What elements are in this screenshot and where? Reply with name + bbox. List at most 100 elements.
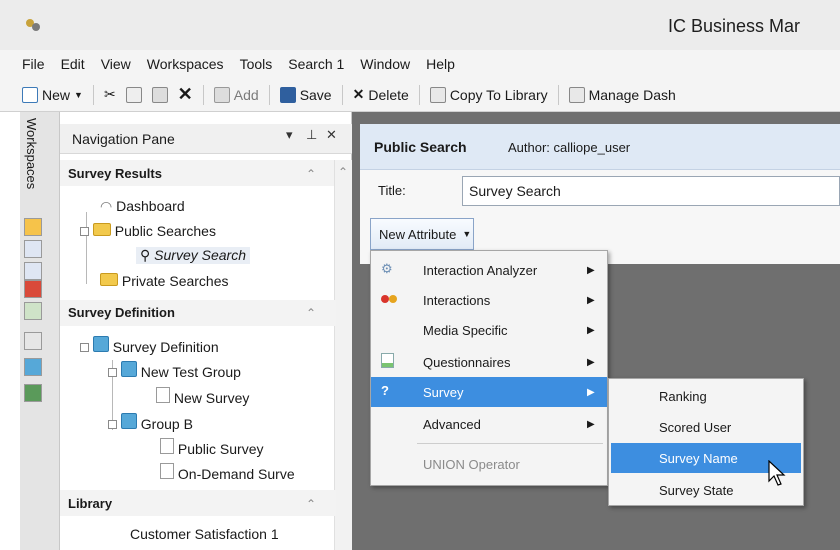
collapse-toggle-icon[interactable] bbox=[108, 420, 117, 429]
remove-button[interactable]: ✕ bbox=[178, 84, 193, 105]
app-icon bbox=[26, 19, 40, 31]
menu-item-label: UNION Operator bbox=[423, 456, 520, 472]
menu-item-interaction-analyzer[interactable]: ⚙ Interaction Analyzer ▶ bbox=[371, 255, 607, 285]
survey-definition-icon bbox=[92, 336, 109, 352]
new-survey-label: New Survey bbox=[173, 390, 250, 406]
new-attribute-button[interactable]: New Attribute ▼ bbox=[370, 218, 474, 250]
private-searches-label: Private Searches bbox=[121, 273, 229, 289]
folder-icon bbox=[100, 273, 118, 286]
tree-item-public-searches[interactable]: Public Searches bbox=[80, 223, 216, 239]
save-button[interactable]: Save bbox=[279, 86, 332, 103]
new-icon bbox=[22, 86, 38, 103]
workspace-button-globe-icon[interactable] bbox=[24, 384, 42, 402]
workspaces-label[interactable]: Workspaces bbox=[24, 118, 39, 189]
group-icon bbox=[120, 361, 137, 377]
submenu-arrow-icon: ▶ bbox=[587, 324, 595, 336]
menu-bar: File Edit View Workspaces Tools Search 1… bbox=[0, 50, 840, 78]
collapse-icon[interactable]: ⌃ bbox=[306, 167, 316, 181]
mouse-cursor-icon bbox=[768, 460, 786, 486]
cut-button[interactable]: ✂ bbox=[104, 86, 116, 103]
new-button[interactable]: New ▼ bbox=[22, 86, 83, 103]
customer-satisfaction-label: Customer Satisfaction 1 bbox=[130, 526, 279, 542]
menu-help[interactable]: Help bbox=[426, 56, 455, 72]
collapse-toggle-icon[interactable] bbox=[108, 368, 117, 377]
copy-button[interactable] bbox=[125, 86, 142, 103]
nav-pane-close-icon[interactable]: ✕ bbox=[326, 127, 337, 143]
menu-workspaces[interactable]: Workspaces bbox=[147, 56, 224, 72]
tree-item-survey-definition[interactable]: Survey Definition bbox=[80, 336, 219, 355]
workspace-button-home-icon[interactable] bbox=[24, 218, 42, 236]
add-button[interactable]: Add bbox=[213, 86, 259, 103]
new-attribute-label: New Attribute bbox=[379, 226, 457, 242]
menu-window[interactable]: Window bbox=[360, 56, 410, 72]
menu-item-union-operator[interactable]: UNION Operator bbox=[371, 449, 607, 479]
copy-to-library-label: Copy To Library bbox=[449, 86, 548, 103]
collapse-toggle-icon[interactable] bbox=[80, 343, 89, 352]
section-survey-definition-label: Survey Definition bbox=[68, 305, 175, 320]
menu-search[interactable]: Search 1 bbox=[288, 56, 344, 72]
public-searches-label: Public Searches bbox=[114, 223, 216, 239]
workspace-button-survey-icon[interactable] bbox=[24, 358, 42, 376]
delete-label: Delete bbox=[368, 86, 409, 103]
tree-item-public-survey[interactable]: Public Survey bbox=[160, 438, 263, 457]
menu-item-media-specific[interactable]: Media Specific ▶ bbox=[371, 315, 607, 345]
page-title: Public Search bbox=[374, 139, 467, 155]
interaction-analyzer-icon: ⚙ bbox=[381, 261, 393, 276]
tree-item-private-searches[interactable]: Private Searches bbox=[100, 273, 229, 289]
tree-item-survey-search[interactable]: ⚲ Survey Search bbox=[136, 247, 250, 264]
menu-item-survey[interactable]: ? Survey ▶ bbox=[371, 377, 607, 407]
tree-item-new-survey[interactable]: New Survey bbox=[156, 387, 249, 406]
dashboard-icon bbox=[568, 86, 585, 103]
survey-doc-icon bbox=[156, 387, 170, 403]
survey-search-label: Survey Search bbox=[154, 247, 246, 263]
survey-icon: ? bbox=[381, 383, 389, 398]
menu-item-interactions[interactable]: Interactions ▶ bbox=[371, 285, 607, 315]
tree-item-dashboard[interactable]: ◠ Dashboard bbox=[100, 198, 185, 215]
submenu-arrow-icon: ▶ bbox=[587, 386, 595, 398]
menu-item-advanced[interactable]: Advanced ▶ bbox=[371, 409, 607, 439]
save-icon bbox=[279, 86, 296, 103]
delete-icon: ✕ bbox=[352, 86, 365, 102]
menu-item-label: Questionnaires bbox=[423, 354, 511, 370]
menu-file[interactable]: File bbox=[22, 56, 45, 72]
workspace-button-people-icon[interactable] bbox=[24, 280, 42, 298]
paste-button[interactable] bbox=[151, 86, 168, 103]
new-attribute-menu: ⚙ Interaction Analyzer ▶ Interactions ▶ … bbox=[370, 250, 608, 486]
menu-item-questionnaires[interactable]: Questionnaires ▶ bbox=[371, 347, 607, 377]
menu-edit[interactable]: Edit bbox=[61, 56, 85, 72]
tree-item-on-demand-survey[interactable]: On-Demand Surve bbox=[160, 463, 295, 482]
copy-to-library-button[interactable]: Copy To Library bbox=[429, 86, 548, 103]
collapse-toggle-icon[interactable] bbox=[80, 227, 89, 236]
menu-item-label: Survey bbox=[423, 384, 464, 400]
survey-doc-icon bbox=[160, 463, 174, 479]
nav-pane-dropdown-icon[interactable]: ▾ bbox=[286, 127, 293, 143]
survey-definition-label: Survey Definition bbox=[112, 339, 219, 355]
title-input[interactable]: Survey Search bbox=[462, 176, 840, 206]
menu-separator bbox=[417, 443, 603, 444]
workspace-button-edit-icon[interactable] bbox=[24, 302, 42, 320]
manage-dashboard-button[interactable]: Manage Dash bbox=[568, 86, 676, 103]
workspace-button-report-icon[interactable] bbox=[24, 240, 42, 258]
submenu-item-ranking[interactable]: Ranking bbox=[611, 381, 801, 411]
delete-button[interactable]: ✕ Delete bbox=[353, 86, 409, 103]
questionnaire-icon bbox=[381, 353, 394, 371]
submenu-item-scored-user[interactable]: Scored User bbox=[611, 412, 801, 442]
workspace-button-search-icon[interactable] bbox=[24, 332, 42, 350]
scroll-up-icon[interactable]: ⌃ bbox=[338, 165, 348, 179]
tree-item-new-test-group[interactable]: New Test Group bbox=[108, 361, 241, 380]
toolbar-separator bbox=[418, 84, 420, 105]
workspace-button-list-icon[interactable] bbox=[24, 262, 42, 280]
tree-item-customer-satisfaction[interactable]: Customer Satisfaction 1 bbox=[130, 526, 279, 542]
toolbar-separator bbox=[268, 84, 270, 105]
collapse-icon[interactable]: ⌃ bbox=[306, 497, 316, 511]
nav-pane-pin-icon[interactable]: ⊥ bbox=[306, 127, 317, 143]
toolbar-separator bbox=[92, 84, 94, 105]
public-survey-label: Public Survey bbox=[177, 441, 264, 457]
new-label: New bbox=[42, 86, 71, 103]
nav-scrollbar[interactable] bbox=[334, 160, 352, 550]
dropdown-arrow-icon: ▼ bbox=[74, 89, 83, 100]
menu-view[interactable]: View bbox=[101, 56, 131, 72]
menu-tools[interactable]: Tools bbox=[240, 56, 273, 72]
collapse-icon[interactable]: ⌃ bbox=[306, 306, 316, 320]
tree-item-group-b[interactable]: Group B bbox=[108, 413, 193, 432]
